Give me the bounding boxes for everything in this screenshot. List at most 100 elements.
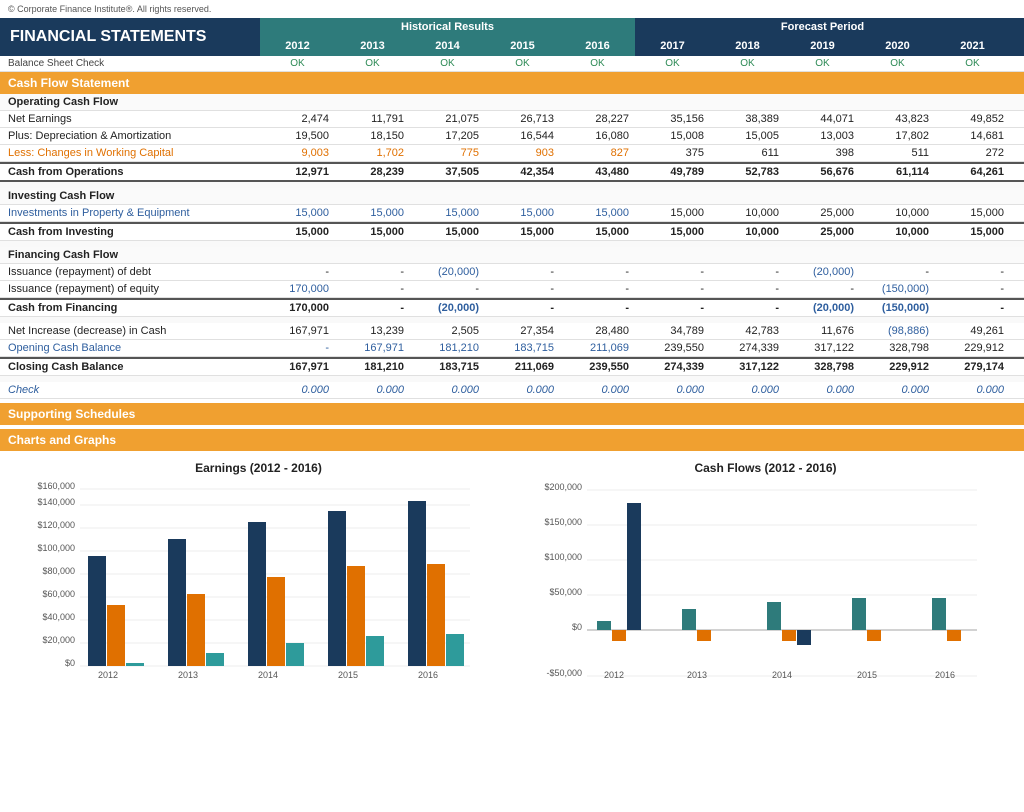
financing-cf-label-row: Financing Cash Flow [0,247,1024,264]
inv-2016-bar [947,630,961,641]
ne-2017: 35,156 [635,111,710,127]
charts-row: Earnings (2012 - 2016) $0 $20,000 $40,00… [0,451,1024,694]
ebt-2012-bar [126,663,144,666]
ebt-2013-bar [206,653,224,666]
da-row: Plus: Depreciation & Amortization 19,500… [0,128,1024,145]
da-label: Plus: Depreciation & Amortization [0,128,260,144]
svg-text:2016: 2016 [418,670,438,680]
rev-2013-bar [168,539,186,666]
ebt-2016-bar [446,634,464,666]
svg-text:2015: 2015 [338,670,358,680]
financing-cf-label: Financing Cash Flow [0,247,260,263]
bc-2016: OK [560,58,635,69]
copyright: © Corporate Finance Institute®. All righ… [0,0,1024,18]
rev-2014-bar [248,522,266,666]
gp-2013-bar [187,594,205,666]
ne-2015: 26,713 [485,111,560,127]
svg-text:2012: 2012 [604,670,624,680]
header-title: FINANCIAL STATEMENTS [0,18,260,56]
bc-2015: OK [485,58,560,69]
op-2012-bar [597,621,611,630]
investing-cf-label: Investing Cash Flow [0,188,260,204]
bc-2018: OK [710,58,785,69]
year-2017: 2017 [635,36,710,56]
opening-cash-label: Opening Cash Balance [0,340,260,356]
issuance-equity-row: Issuance (repayment) of equity 170,000 -… [0,281,1024,298]
net-increase-cash-label: Net Increase (decrease) in Cash [0,323,260,339]
forecast-label: Forecast Period [635,18,1010,36]
rev-2012-bar [88,556,106,666]
operating-cf-label-row: Operating Cash Flow [0,94,1024,111]
svg-text:2013: 2013 [687,670,707,680]
closing-cash-row: Closing Cash Balance 167,971 181,210 183… [0,357,1024,376]
year-2015: 2015 [485,36,560,56]
svg-text:2015: 2015 [857,670,877,680]
op-empty [260,100,335,104]
year-2013: 2013 [335,36,410,56]
bc-2017: OK [635,58,710,69]
svg-text:$50,000: $50,000 [549,587,582,597]
op-2015-bar [852,598,866,630]
cash-from-investing-label: Cash from Investing [0,224,260,240]
operating-cf-label: Operating Cash Flow [0,94,260,110]
gp-2012-bar [107,605,125,666]
cashflows-chart: Cash Flows (2012 - 2016) -$50,000 $0 $50… [527,461,1004,684]
ne-2021: 49,852 [935,111,1010,127]
svg-text:$100,000: $100,000 [544,552,582,562]
issuance-debt-label: Issuance (repayment) of debt [0,264,260,280]
wc-label: Less: Changes in Working Capital [0,145,260,161]
year-2012: 2012 [260,36,335,56]
gp-2016-bar [427,564,445,666]
svg-text:$0: $0 [572,622,582,632]
issuance-equity-label: Issuance (repayment) of equity [0,281,260,297]
balance-check-label: Balance Sheet Check [0,56,260,71]
cash-from-financing-row: Cash from Financing 170,000 - (20,000) -… [0,298,1024,317]
gp-2015-bar [347,566,365,666]
ne-2014: 21,075 [410,111,485,127]
svg-text:2012: 2012 [98,670,118,680]
year-2016: 2016 [560,36,635,56]
cash-from-ops-label: Cash from Operations [0,164,260,180]
cash-from-investing-row: Cash from Investing 15,000 15,000 15,000… [0,222,1024,241]
svg-text:$120,000: $120,000 [37,520,75,530]
svg-text:$20,000: $20,000 [42,635,75,645]
ppe-label: Investments in Property & Equipment [0,205,260,221]
opening-cash-row: Opening Cash Balance - 167,971 181,210 1… [0,340,1024,357]
wc-row: Less: Changes in Working Capital 9,003 1… [0,145,1024,162]
closing-cash-label: Closing Cash Balance [0,359,260,375]
svg-text:$60,000: $60,000 [42,589,75,599]
net-earnings-row: Net Earnings 2,474 11,791 21,075 26,713 … [0,111,1024,128]
svg-text:-$50,000: -$50,000 [546,668,582,678]
ne-2013: 11,791 [335,111,410,127]
cashflows-svg: -$50,000 $0 $50,000 $100,000 $150,000 $2… [527,481,987,681]
investing-cf-label-row: Investing Cash Flow [0,188,1024,205]
net-increase-cash-row: Net Increase (decrease) in Cash 167,971 … [0,323,1024,340]
ebt-2015-bar [366,636,384,666]
net-earnings-label: Net Earnings [0,111,260,127]
header-row: FINANCIAL STATEMENTS Historical Results … [0,18,1024,56]
charts-graphs-header: Charts and Graphs [0,429,1024,451]
svg-text:$160,000: $160,000 [37,481,75,491]
fin-2014-bar [797,630,811,645]
svg-text:2014: 2014 [772,670,792,680]
year-2014: 2014 [410,36,485,56]
year-2021: 2021 [935,36,1010,56]
supporting-schedules-header: Supporting Schedules [0,403,1024,425]
cash-flow-section-header: Cash Flow Statement [0,72,1024,94]
year-2020: 2020 [860,36,935,56]
historical-label: Historical Results [260,18,635,36]
ne-2020: 43,823 [860,111,935,127]
bc-2021: OK [935,58,1010,69]
bc-2014: OK [410,58,485,69]
inv-2014-bar [782,630,796,641]
svg-text:2014: 2014 [258,670,278,680]
ne-2019: 44,071 [785,111,860,127]
balance-check-row: Balance Sheet Check OK OK OK OK OK OK OK… [0,56,1024,72]
inv-2013-bar [697,630,711,641]
check-label: Check [0,382,260,398]
earnings-chart: Earnings (2012 - 2016) $0 $20,000 $40,00… [20,461,497,684]
bc-2013: OK [335,58,410,69]
ne-2016: 28,227 [560,111,635,127]
gp-2014-bar [267,577,285,666]
svg-text:$200,000: $200,000 [544,482,582,492]
